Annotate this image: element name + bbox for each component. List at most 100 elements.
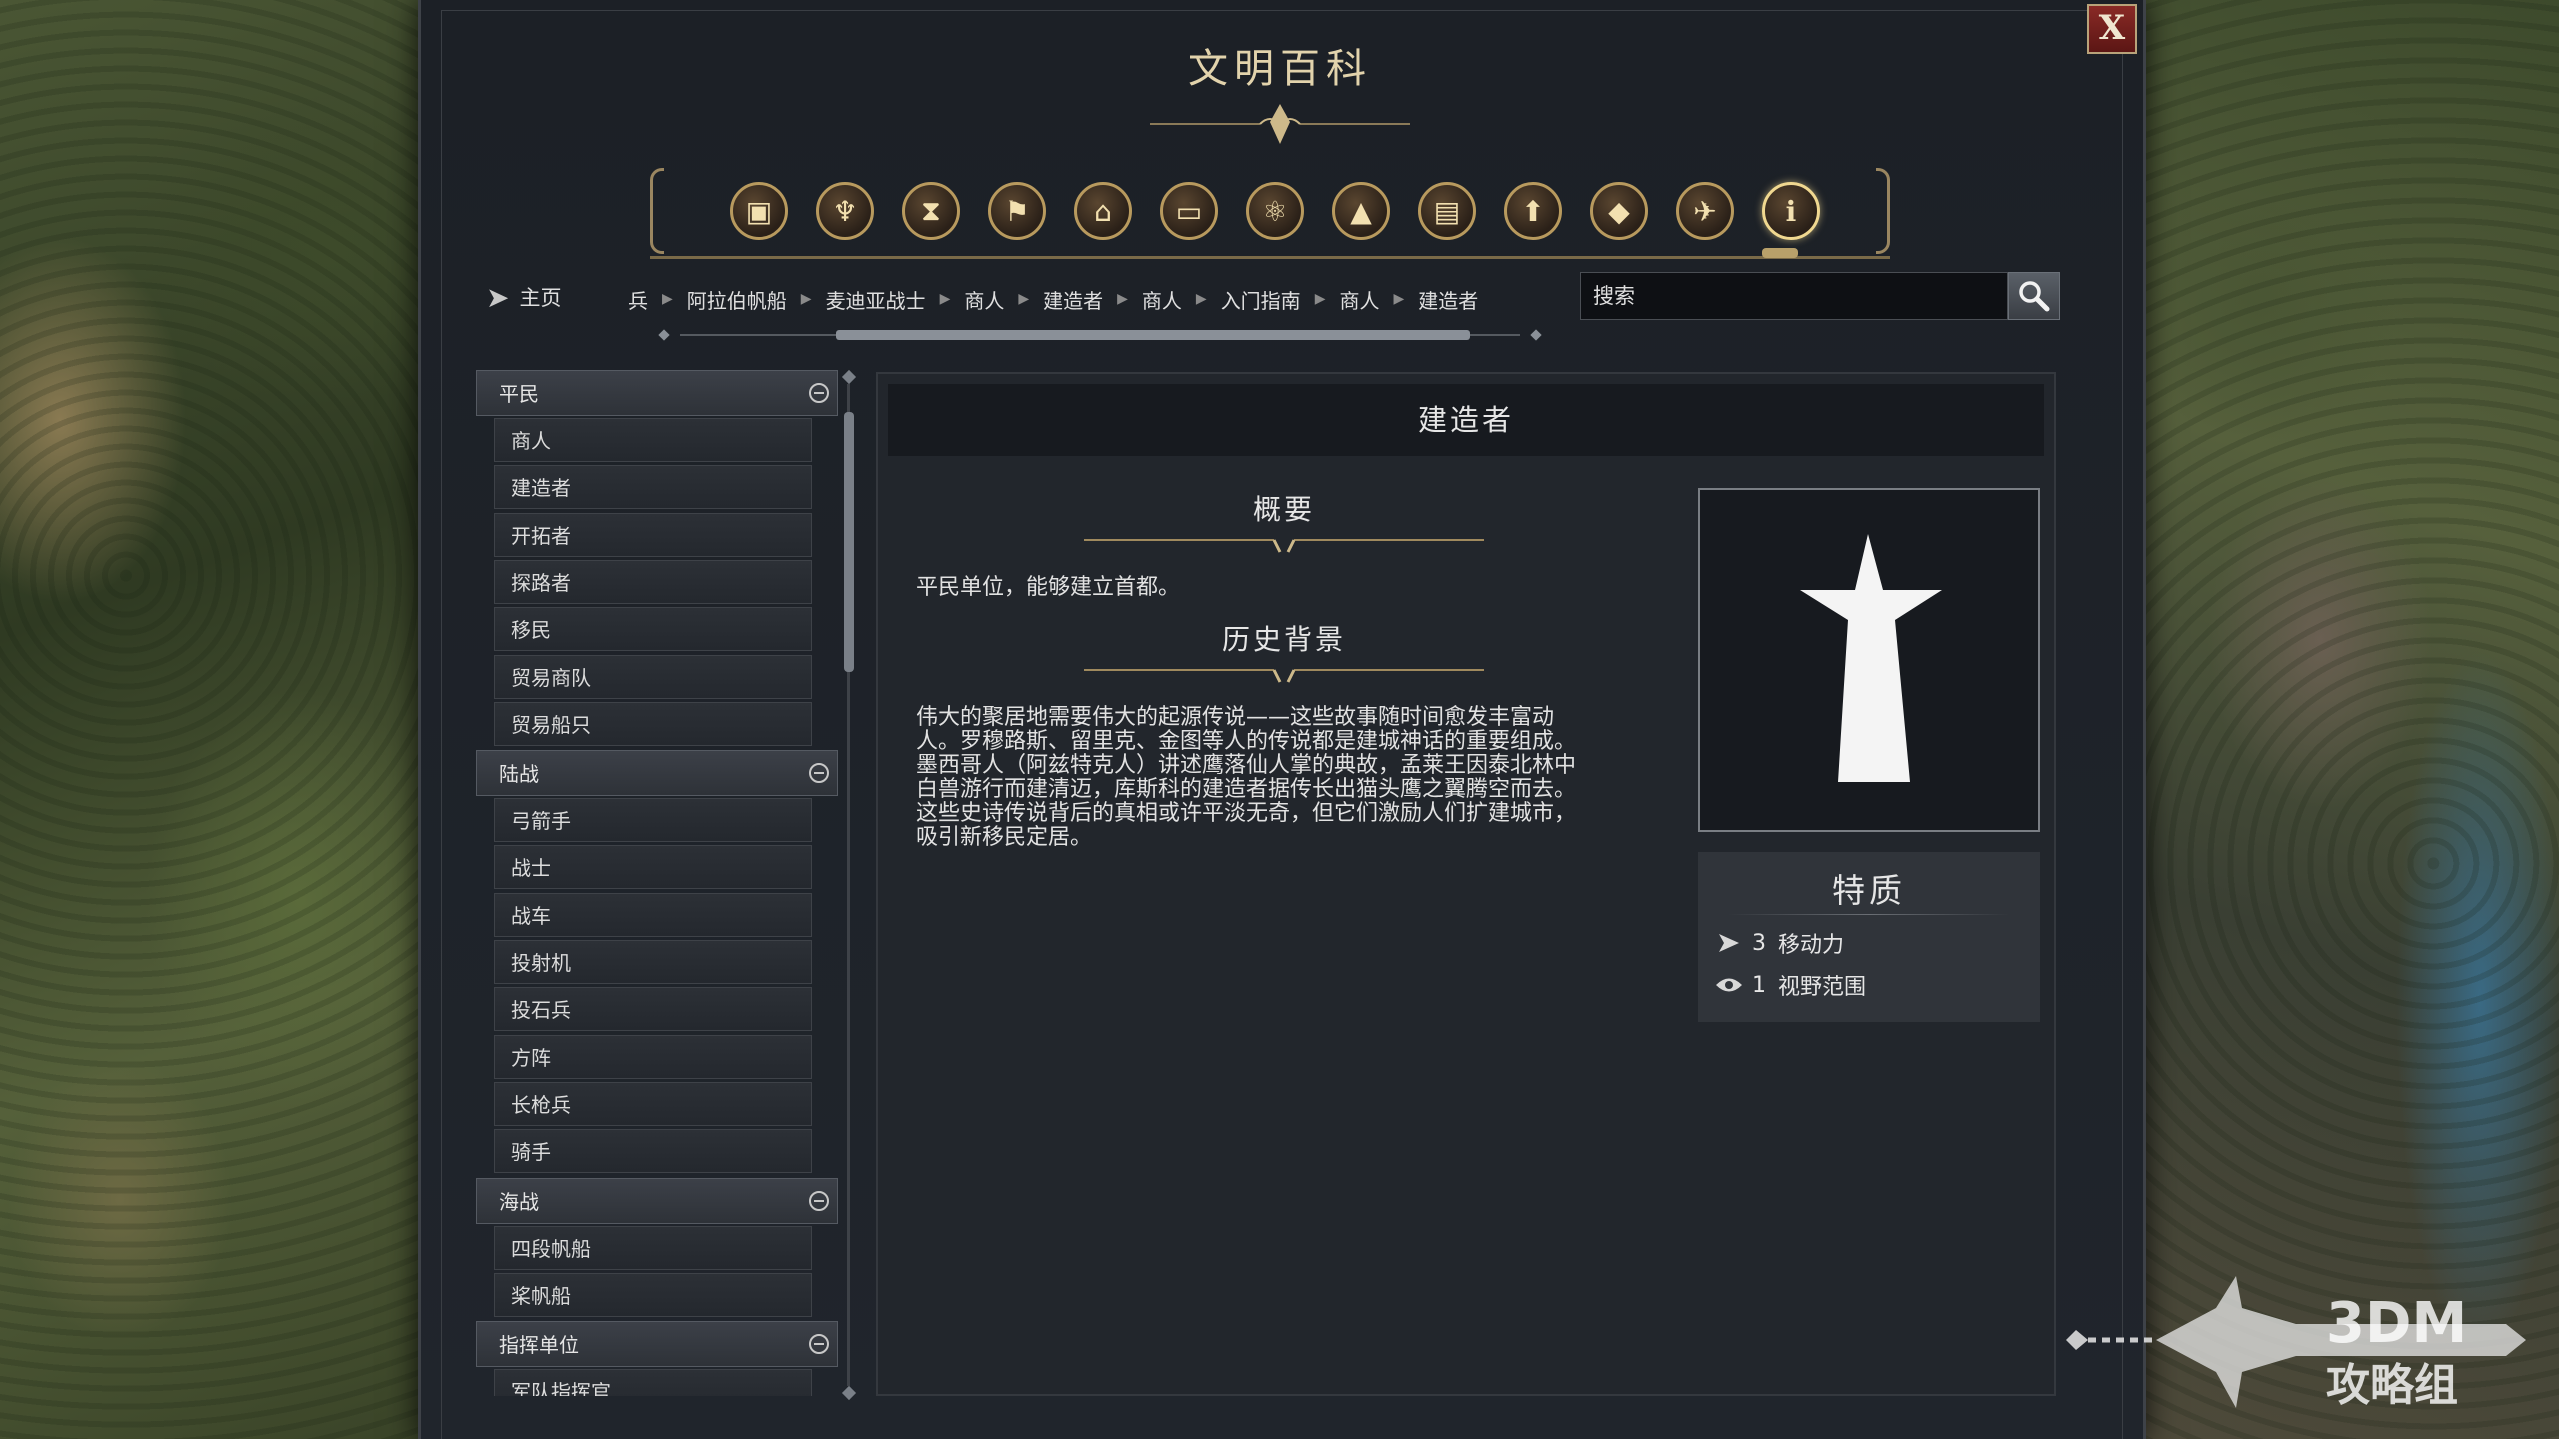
unit-list-scroll-thumb[interactable] (844, 412, 854, 672)
search-button[interactable] (2008, 272, 2060, 320)
list-item[interactable]: 商人 (494, 418, 812, 462)
breadcrumb-item[interactable]: 入门指南 (1221, 285, 1301, 314)
breadcrumb-scroll-left-end[interactable] (658, 329, 670, 341)
watermark-logo: 3DM 攻略组 (2066, 1276, 2526, 1411)
list-group-header[interactable]: 平民 (476, 370, 838, 416)
map-background-right (2140, 0, 2559, 1439)
history-divider (1084, 669, 1484, 683)
trait-movement-value: 3 (1752, 930, 1766, 956)
home-link[interactable]: ➤ 主页 (486, 280, 561, 314)
unit-list-scroll-up[interactable] (841, 369, 857, 385)
traits-title: 特质 (1832, 871, 1906, 910)
history-text-line: 这些史诗传说背后的真相或许平淡无奇，但它们激励人们扩建城市， (916, 801, 1577, 826)
list-item[interactable]: 方阵 (494, 1034, 812, 1079)
breadcrumb-separator-icon: ▶ (662, 291, 673, 307)
breadcrumb: 兵 ▶ 阿拉伯帆船 ▶ 麦迪亚战士 ▶ 商人 ▶ 建造者 ▶ 商人 ▶ 入门指南 ▶ 商人 ▶ 建造者 (628, 282, 1548, 316)
collapse-icon[interactable] (809, 1334, 829, 1355)
list-item[interactable]: 移民 (494, 607, 812, 652)
list-item[interactable]: 桨帆船 (494, 1272, 812, 1317)
breadcrumb-item[interactable]: 建造者 (1418, 285, 1478, 314)
breadcrumb-scrollbar[interactable] (658, 329, 1542, 341)
breadcrumb-item[interactable]: 建造者 (1043, 285, 1103, 314)
collapse-icon[interactable] (809, 1190, 829, 1211)
list-item[interactable]: 贸易商队 (494, 654, 812, 699)
list-group-label: 海战 (499, 1189, 539, 1214)
unit-list: 平民 商人 建造者 开拓者 探路者 移民 贸易商队 贸易船只 陆战 弓箭手 战士 战车 投射机 投石兵 方阵… (476, 370, 838, 1396)
overview-text: 平民单位，能够建立首都。 (916, 575, 1181, 600)
list-item[interactable]: 投射机 (494, 940, 812, 984)
list-group-header[interactable]: 指挥单位 (476, 1321, 838, 1368)
trait-sight-label: 视野范围 (1778, 975, 1867, 1000)
history-text: 伟大的聚居地需要伟大的起源传说——这些故事随时间愈发丰富动 人。罗穆路斯、留里克、… (916, 706, 1656, 850)
history-text-line: 白兽游行而建清迈，库斯科的建造者据传长出猫头鹰之翼腾空而去。 (916, 777, 1577, 802)
unit-list-scrollbar[interactable] (838, 369, 860, 1401)
breadcrumb-item[interactable]: 麦迪亚战士 (826, 285, 926, 314)
home-label: 主页 (519, 286, 562, 310)
list-item[interactable]: 长枪兵 (494, 1081, 812, 1126)
list-group-header[interactable]: 陆战 (476, 750, 838, 797)
overview-divider (1084, 539, 1484, 553)
history-text-line: 伟大的聚居地需要伟大的起源传说——这些故事随时间愈发丰富动 (916, 705, 1555, 730)
unit-portrait (1698, 488, 2040, 832)
breadcrumb-separator-icon: ▶ (1195, 291, 1207, 307)
category-cube-button[interactable]: ▣ (730, 182, 788, 240)
close-button[interactable]: X (2087, 4, 2137, 54)
detail-title: 建造者 (1417, 403, 1514, 437)
info-icon: ℹ (1785, 194, 1797, 228)
list-item[interactable]: 四段帆船 (494, 1225, 812, 1270)
overview-heading: 概要 (1252, 493, 1315, 526)
history-text-line: 人。罗穆路斯、留里克、金图等人的传说都是建城神话的重要组成。 (916, 729, 1577, 754)
category-atom-button[interactable]: ⚛ (1246, 182, 1304, 240)
category-hourglass-button[interactable]: ⧗ (902, 182, 960, 240)
collapse-icon[interactable] (809, 763, 829, 784)
category-dove-button[interactable]: ✈ (1676, 182, 1734, 240)
category-diamond-button[interactable]: ◆ (1590, 182, 1648, 240)
category-info-button[interactable]: ℹ (1762, 182, 1820, 240)
breadcrumb-item[interactable]: 商人 (1142, 285, 1182, 314)
collapse-icon[interactable] (809, 383, 829, 403)
category-chalice-button[interactable]: ♆ (816, 182, 874, 240)
movement-arrow-icon (1714, 928, 1744, 958)
category-building-button[interactable]: ▤ (1418, 182, 1476, 240)
watermark-line2: 攻略组 (2326, 1360, 2458, 1411)
category-temple-button[interactable]: ⌂ (1074, 182, 1132, 240)
traits-divider (1728, 914, 2010, 915)
list-item[interactable]: 贸易船只 (494, 701, 812, 746)
cube-icon: ▣ (745, 194, 773, 228)
category-flag-button[interactable]: ⚑ (988, 182, 1046, 240)
breadcrumb-separator-icon: ▶ (1314, 291, 1326, 307)
trait-movement-label: 移动力 (1778, 933, 1845, 958)
breadcrumb-scroll-right-end[interactable] (1530, 329, 1542, 341)
list-item[interactable]: 弓箭手 (494, 798, 812, 843)
map-background-left (0, 0, 420, 1439)
unit-list-scroll-down[interactable] (841, 1385, 857, 1401)
trait-sight-value: 1 (1752, 972, 1766, 998)
list-item[interactable]: 开拓者 (494, 512, 812, 557)
category-arrow-up-button[interactable]: ⬆ (1504, 182, 1562, 240)
list-group-header[interactable]: 海战 (476, 1177, 838, 1224)
temple-icon: ⌂ (1094, 194, 1112, 228)
category-mountain-button[interactable]: ▲ (1332, 182, 1390, 240)
breadcrumb-separator-icon: ▶ (1393, 291, 1405, 307)
chalice-icon: ♆ (832, 194, 858, 228)
list-item[interactable]: 战车 (494, 892, 812, 937)
breadcrumb-item[interactable]: 商人 (1339, 285, 1379, 314)
list-item[interactable]: 骑手 (494, 1129, 812, 1174)
search-input[interactable] (1580, 272, 2008, 320)
list-item[interactable]: 投石兵 (494, 987, 812, 1032)
history-text-line: 墨西哥人（阿兹特克人）讲述鹰落仙人掌的典故，孟莱王因泰北林中 (916, 753, 1577, 778)
title-ornament (1150, 104, 1410, 144)
arrow-up-icon: ⬆ (1521, 194, 1545, 228)
flag-icon: ⚑ (1004, 194, 1030, 228)
list-item[interactable]: 建造者 (494, 465, 812, 510)
breadcrumb-scroll-thumb[interactable] (836, 330, 1470, 340)
traits-box: 特质 3 移动力 1 视野范围 (1698, 852, 2040, 1022)
hourglass-icon: ⧗ (921, 194, 941, 227)
list-item[interactable]: 军队指挥官 (494, 1369, 812, 1396)
list-item[interactable]: 战士 (494, 845, 812, 890)
breadcrumb-item[interactable]: 兵 (628, 285, 648, 314)
breadcrumb-item[interactable]: 阿拉伯帆船 (687, 285, 787, 314)
list-item[interactable]: 探路者 (494, 559, 812, 604)
category-book-button[interactable]: ▭ (1160, 182, 1218, 240)
breadcrumb-item[interactable]: 商人 (964, 285, 1004, 314)
